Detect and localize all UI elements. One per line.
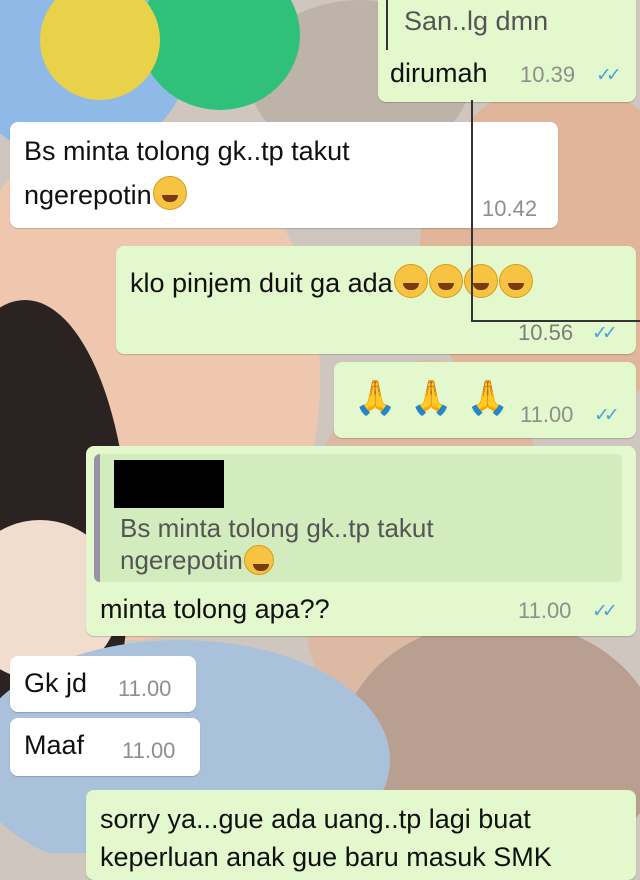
message-text-line: klo pinjem duit ga ada [130,268,393,298]
quoted-text-line: ngerepotin [120,545,243,575]
folded-hands-emoji-icon: 🙏🙏🙏 [354,379,524,417]
hand-over-mouth-emoji-icon [152,176,187,210]
rolling-laughing-emoji-icon [498,264,533,298]
quoted-text: ngerepotin [120,544,274,576]
overlay-line [386,0,388,50]
read-receipt-icon: ✓✓ [592,323,618,344]
message-text: keperluan anak gue baru masuk SMK [100,842,552,872]
message-outgoing[interactable]: sorry ya...gue ada uang..tp lagi buat ke… [86,790,636,880]
rolling-laughing-emoji-icon [463,264,498,298]
message-text: sorry ya...gue ada uang..tp lagi buat [100,804,531,834]
rolling-laughing-emoji-icon [428,264,463,298]
redacted-sender-name [114,460,224,508]
message-outgoing[interactable]: San..lg dmn dirumah 10.39 ✓✓ [378,0,636,102]
message-text: dirumah [390,58,488,88]
read-receipt-icon: ✓✓ [592,601,618,622]
quoted-text: Bs minta tolong gk..tp takut [120,513,434,543]
message-text: San..lg dmn [404,6,549,36]
message-text: Bs minta tolong gk..tp takut [24,136,350,166]
quoted-message[interactable]: Bs minta tolong gk..tp takut ngerepotin [94,454,622,582]
message-time: 10.56 [518,320,574,345]
message-time: 11.00 [122,738,176,763]
message-text: Maaf [24,730,85,760]
message-time: 11.00 [118,676,172,701]
message-incoming[interactable]: Maaf 11.00 [10,718,200,776]
message-outgoing[interactable]: klo pinjem duit ga ada 10.56 ✓✓ [116,246,636,354]
overlay-line [471,320,640,322]
hand-over-mouth-emoji-icon [243,545,274,575]
rolling-laughing-emoji-icon [393,264,428,298]
message-incoming[interactable]: Gk jd 11.00 [10,656,196,712]
message-incoming[interactable]: Bs minta tolong gk..tp takut ngerepotin … [10,122,558,228]
message-outgoing[interactable]: 🙏🙏🙏 11.00 ✓✓ [334,362,636,438]
message-time: 11.00 [520,402,574,427]
message-time: 10.42 [482,196,538,221]
message-outgoing-reply[interactable]: Bs minta tolong gk..tp takut ngerepotin … [86,446,636,636]
message-text: Gk jd [24,668,88,698]
message-time: 11.00 [518,598,572,623]
message-text: ngerepotin [24,176,187,212]
message-time: 10.39 [520,62,576,87]
message-text: minta tolong apa?? [100,594,330,624]
read-receipt-icon: ✓✓ [594,405,620,426]
overlay-line [471,100,473,322]
read-receipt-icon: ✓✓ [596,65,622,86]
message-text-line: ngerepotin [24,180,152,210]
